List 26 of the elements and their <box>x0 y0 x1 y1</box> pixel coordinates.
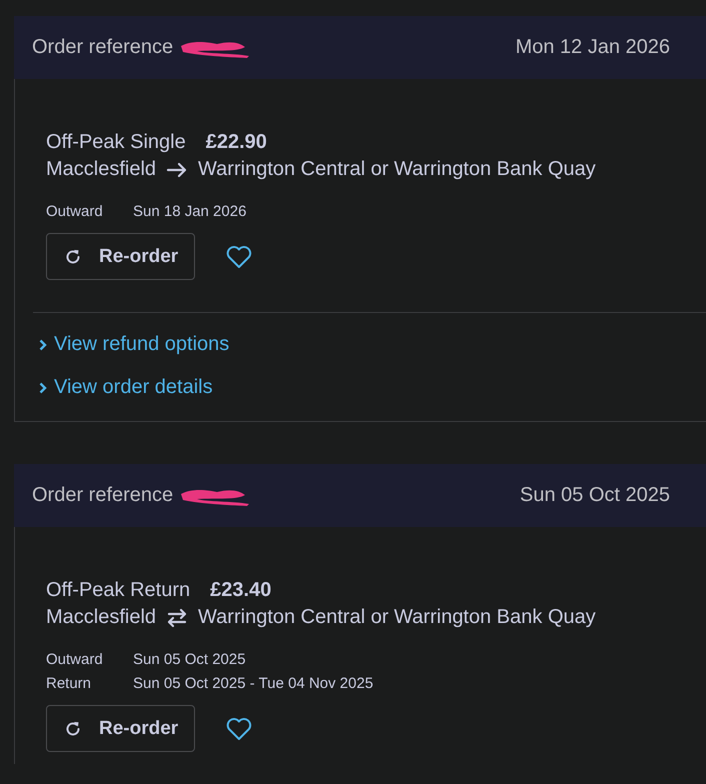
heart-icon[interactable] <box>225 716 254 742</box>
chevron-icon <box>38 380 48 394</box>
journey-leg-date: Sun 05 Oct 2025 <box>133 650 246 668</box>
destination-station: Warrington Central or Warrington Bank Quay <box>198 158 596 181</box>
origin-station: Macclesfield <box>46 606 156 629</box>
journey-leg-label: Outward <box>46 202 104 220</box>
order-date: Mon 12 Jan 2026 <box>515 36 670 59</box>
ticket-type: Off-Peak Return <box>46 579 190 602</box>
order-reference-label: Order reference <box>32 36 174 59</box>
reorder-button[interactable]: Re-order <box>46 233 196 280</box>
origin-station: Macclesfield <box>46 158 156 181</box>
destination-station: Warrington Central or Warrington Bank Quay <box>198 606 596 629</box>
ticket-price: £22.90 <box>206 131 267 154</box>
order-date: Sun 05 Oct 2025 <box>520 484 670 507</box>
journey-leg-label: Outward <box>46 650 104 668</box>
expand-link[interactable]: View refund options <box>38 323 706 366</box>
journey-leg-date: Sun 05 Oct 2025 - Tue 04 Nov 2025 <box>133 674 374 692</box>
heart-icon[interactable] <box>225 244 254 270</box>
journey-leg-date: Sun 18 Jan 2026 <box>133 202 246 220</box>
order-reference-label: Order reference <box>32 484 174 507</box>
reorder-button[interactable]: Re-order <box>46 705 196 752</box>
ticket-type: Off-Peak Single <box>46 131 186 154</box>
chevron-icon <box>38 338 48 352</box>
ticket-price: £23.40 <box>210 579 272 602</box>
expand-link[interactable]: View order details <box>38 366 706 409</box>
journey-leg-label: Return <box>46 674 92 692</box>
